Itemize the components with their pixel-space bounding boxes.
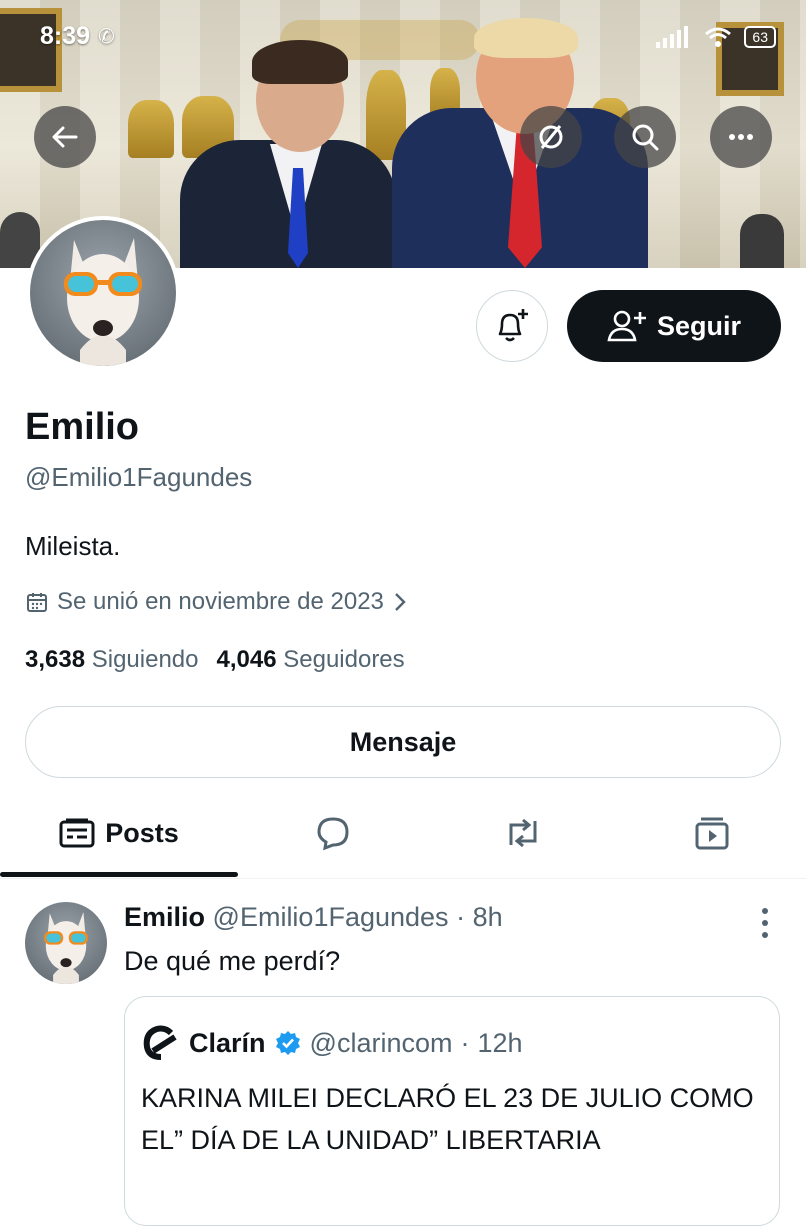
clarin-logo-icon (143, 1025, 177, 1060)
post-separator: · (456, 902, 466, 932)
post-author-name[interactable]: Emilio (124, 902, 205, 932)
post-time[interactable]: 8h (473, 902, 503, 932)
status-time: 8:39 ✆ (40, 22, 115, 50)
repost-icon (509, 818, 537, 848)
tab-media[interactable] (618, 790, 806, 876)
post-author-handle[interactable]: @Emilio1Fagundes (213, 902, 449, 932)
back-button[interactable] (34, 106, 96, 168)
follow-button[interactable]: Seguir (567, 290, 781, 362)
message-button[interactable]: Mensaje (25, 706, 781, 778)
more-horizontal-icon (729, 134, 753, 140)
grok-icon (539, 125, 563, 149)
bull-terrier-avatar-image (44, 912, 88, 984)
add-user-icon (607, 310, 646, 342)
quoted-post-text: KARINA MILEI DECLARÓ EL 23 DE JULIO COMO… (141, 1083, 754, 1155)
quoted-post-time: 12h (477, 1027, 523, 1058)
search-icon (632, 124, 659, 151)
media-icon (695, 817, 729, 850)
profile-tabs: Posts (0, 790, 806, 879)
quoted-post-header: Clarín @clarincom · 12h (141, 1025, 523, 1061)
post-text: De qué me perdí? (124, 946, 341, 976)
followers-link[interactable]: 4,046 Seguidores (217, 646, 405, 674)
bull-terrier-avatar-image (64, 238, 142, 366)
followers-label: Seguidores (283, 646, 405, 673)
following-link[interactable]: 3,638 Siguiendo (25, 646, 199, 674)
active-tab-indicator (0, 872, 238, 877)
more-options-button[interactable] (710, 106, 772, 168)
reply-bubble-icon (317, 817, 349, 851)
profile-avatar[interactable] (26, 216, 180, 370)
bell-plus-icon (498, 309, 528, 342)
quoted-author-handle: @clarincom (309, 1027, 453, 1058)
quoted-separator: · (460, 1027, 470, 1058)
chevron-right-icon (395, 593, 406, 611)
follow-label: Seguir (656, 310, 742, 341)
profile-name: Emilio (25, 406, 140, 448)
following-count: 3,638 (25, 646, 86, 673)
notify-button[interactable] (476, 290, 548, 362)
following-label: Siguiendo (91, 646, 199, 673)
wifi-icon (705, 27, 732, 47)
tab-posts-label: Posts (105, 817, 179, 848)
tab-posts[interactable]: Posts (0, 790, 238, 876)
grok-button[interactable] (520, 106, 582, 168)
posts-icon (59, 818, 95, 848)
whatsapp-icon: ✆ (98, 26, 115, 48)
joined-label: Se unió en noviembre de 2023 (57, 588, 384, 615)
profile-handle: @Emilio1Fagundes (25, 462, 253, 492)
search-button[interactable] (614, 106, 676, 168)
profile-bio: Mileista. (25, 531, 121, 561)
post-author-avatar[interactable] (25, 902, 107, 984)
tab-replies[interactable] (238, 790, 428, 876)
signal-icon (656, 26, 689, 48)
arrow-left-icon (52, 126, 78, 148)
calendar-icon (27, 593, 47, 612)
battery-indicator: 63 (744, 26, 776, 48)
more-vertical-icon[interactable] (756, 905, 774, 941)
quoted-post[interactable]: Clarín @clarincom · 12h KARINA MILEI DEC… (124, 996, 780, 1226)
followers-count: 4,046 (216, 646, 277, 673)
status-indicators: 63 (656, 26, 776, 48)
joined-date[interactable]: Se unió en noviembre de 2023 (25, 588, 408, 616)
verified-badge-icon (275, 1031, 300, 1055)
follow-counts: 3,638 Siguiendo 4,046 Seguidores (25, 646, 405, 674)
quoted-author-name: Clarín (189, 1027, 266, 1058)
tab-reposts[interactable] (428, 790, 618, 876)
post-header: Emilio @Emilio1Fagundes · 8h (124, 902, 503, 933)
